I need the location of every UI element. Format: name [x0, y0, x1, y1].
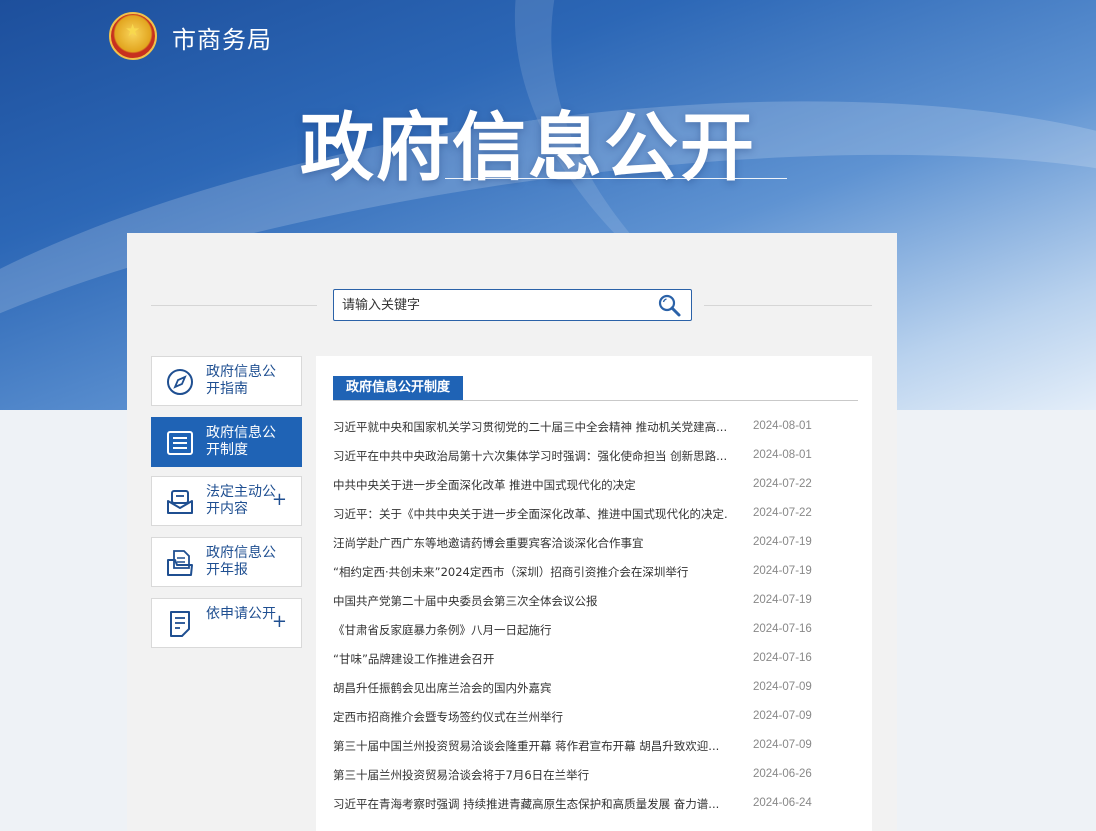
section-divider [333, 400, 858, 401]
list-item[interactable]: 第三十届中国兰州投资贸易洽谈会隆重开幕 蒋作君宣布开幕 胡昌升致欢迎... 20… [333, 738, 833, 758]
list-item-title[interactable]: 胡昌升任振鹤会见出席兰洽会的国内外嘉宾 [333, 680, 728, 696]
title-underline [445, 178, 787, 179]
document-edit-icon [170, 611, 190, 637]
nav-item-system[interactable]: 政府信息公开制度 [151, 417, 302, 467]
expand-plus-icon[interactable]: + [272, 613, 287, 631]
list-item[interactable]: 《甘肃省反家庭暴力条例》八月一日起施行 2024-07-16 [333, 622, 833, 642]
list-item-date: 2024-07-19 [753, 565, 812, 577]
list-item-date: 2024-07-09 [753, 710, 812, 722]
list-item-title[interactable]: 习近平：关于《中共中央关于进一步全面深化改革、推进中国式现代化的决定... [333, 506, 728, 522]
list-item[interactable]: 汪尚学赴广西广东等地邀请药博会重要宾客洽谈深化合作事宜 2024-07-19 [333, 535, 833, 555]
list-item-title[interactable]: 第三十届兰州投资贸易洽谈会将于7月6日在兰举行 [333, 767, 728, 783]
list-item-title[interactable]: “相约定西·共创未来”2024定西市（深圳）招商引资推介会在深圳举行 [333, 564, 728, 580]
list-item-title[interactable]: 习近平在中共中央政治局第十六次集体学习时强调：强化使命担当 创新思路... [333, 448, 728, 464]
list-item[interactable]: 中国共产党第二十届中央委员会第三次全体会议公报 2024-07-19 [333, 593, 833, 613]
search-divider-right [704, 305, 872, 306]
list-item[interactable]: 习近平在中共中央政治局第十六次集体学习时强调：强化使命担当 创新思路... 20… [333, 448, 833, 468]
list-item[interactable]: 第三十届兰州投资贸易洽谈会将于7月6日在兰举行 2024-06-26 [333, 767, 833, 787]
list-item-title[interactable]: 第三十届中国兰州投资贸易洽谈会隆重开幕 蒋作君宣布开幕 胡昌升致欢迎... [333, 738, 728, 754]
national-emblem-logo: ★ [109, 12, 157, 60]
compass-icon [167, 369, 193, 395]
list-item[interactable]: 定西市招商推介会暨专场签约仪式在兰州举行 2024-07-09 [333, 709, 833, 729]
list-item-title[interactable]: 汪尚学赴广西广东等地邀请药博会重要宾客洽谈深化合作事宜 [333, 535, 728, 551]
list-item-date: 2024-07-19 [753, 536, 812, 548]
list-item-title[interactable]: 定西市招商推介会暨专场签约仪式在兰州举行 [333, 709, 728, 725]
content-area: 政府信息公开制度 习近平就中央和国家机关学习贯彻党的二十届三中全会精神 推动机关… [316, 356, 872, 831]
list-icon [167, 431, 193, 455]
list-item-date: 2024-07-22 [753, 478, 812, 490]
list-item-title[interactable]: “甘味”品牌建设工作推进会召开 [333, 651, 728, 667]
star-icon: ★ [125, 21, 141, 41]
search-divider-left [151, 305, 317, 306]
list-item[interactable]: “相约定西·共创未来”2024定西市（深圳）招商引资推介会在深圳举行 2024-… [333, 564, 833, 584]
nav-item-label: 政府信息公开年报 [206, 545, 276, 578]
nav-item-annual-report[interactable]: 政府信息公开年报 [151, 537, 302, 587]
nav-item-apply-disclosure[interactable]: 依申请公开 + [151, 598, 302, 648]
nav-item-label: 依申请公开 [206, 606, 276, 622]
list-item-title[interactable]: 《甘肃省反家庭暴力条例》八月一日起施行 [333, 622, 728, 638]
search-icon[interactable] [657, 293, 683, 319]
nav-item-label: 法定主动公开内容 [206, 484, 276, 517]
inbox-icon [167, 490, 193, 514]
search-input[interactable] [334, 290, 644, 320]
section-title: 政府信息公开制度 [333, 376, 464, 400]
list-item-date: 2024-07-22 [753, 507, 812, 519]
nav-item-label: 政府信息公开指南 [206, 364, 276, 397]
folder-icon [167, 550, 193, 576]
list-item-date: 2024-07-09 [753, 739, 812, 751]
list-item-title[interactable]: 习近平就中央和国家机关学习贯彻党的二十届三中全会精神 推动机关党建高... [333, 419, 728, 435]
list-item-date: 2024-06-24 [753, 797, 812, 809]
list-item-title[interactable]: 中国共产党第二十届中央委员会第三次全体会议公报 [333, 593, 728, 609]
list-item-date: 2024-08-01 [753, 420, 812, 432]
nav-item-label: 政府信息公开制度 [206, 425, 276, 458]
list-item[interactable]: 胡昌升任振鹤会见出席兰洽会的国内外嘉宾 2024-07-09 [333, 680, 833, 700]
list-item-date: 2024-07-16 [753, 652, 812, 664]
list-item-date: 2024-07-16 [753, 623, 812, 635]
agency-name: 市商务局 [172, 26, 272, 54]
list-item[interactable]: “甘味”品牌建设工作推进会召开 2024-07-16 [333, 651, 833, 671]
list-item[interactable]: 中共中央关于进一步全面深化改革 推进中国式现代化的决定 2024-07-22 [333, 477, 833, 497]
search-box [333, 289, 692, 321]
list-item[interactable]: 习近平就中央和国家机关学习贯彻党的二十届三中全会精神 推动机关党建高... 20… [333, 419, 833, 439]
list-item-date: 2024-07-09 [753, 681, 812, 693]
list-item[interactable]: 习近平在青海考察时强调 持续推进青藏高原生态保护和高质量发展 奋力谱... 20… [333, 796, 833, 816]
nav-item-proactive-disclosure[interactable]: 法定主动公开内容 + [151, 476, 302, 526]
list-item-date: 2024-07-19 [753, 594, 812, 606]
list-item-title[interactable]: 习近平在青海考察时强调 持续推进青藏高原生态保护和高质量发展 奋力谱... [333, 796, 728, 812]
expand-plus-icon[interactable]: + [272, 491, 287, 509]
list-item-date: 2024-06-26 [753, 768, 812, 780]
main-panel: 政府信息公开指南 政府信息公开制度 法定主动公开内容 + [127, 233, 897, 831]
list-item-date: 2024-08-01 [753, 449, 812, 461]
nav-item-guide[interactable]: 政府信息公开指南 [151, 356, 302, 406]
list-item-title[interactable]: 中共中央关于进一步全面深化改革 推进中国式现代化的决定 [333, 477, 728, 493]
list-item[interactable]: 习近平：关于《中共中央关于进一步全面深化改革、推进中国式现代化的决定... 20… [333, 506, 833, 526]
